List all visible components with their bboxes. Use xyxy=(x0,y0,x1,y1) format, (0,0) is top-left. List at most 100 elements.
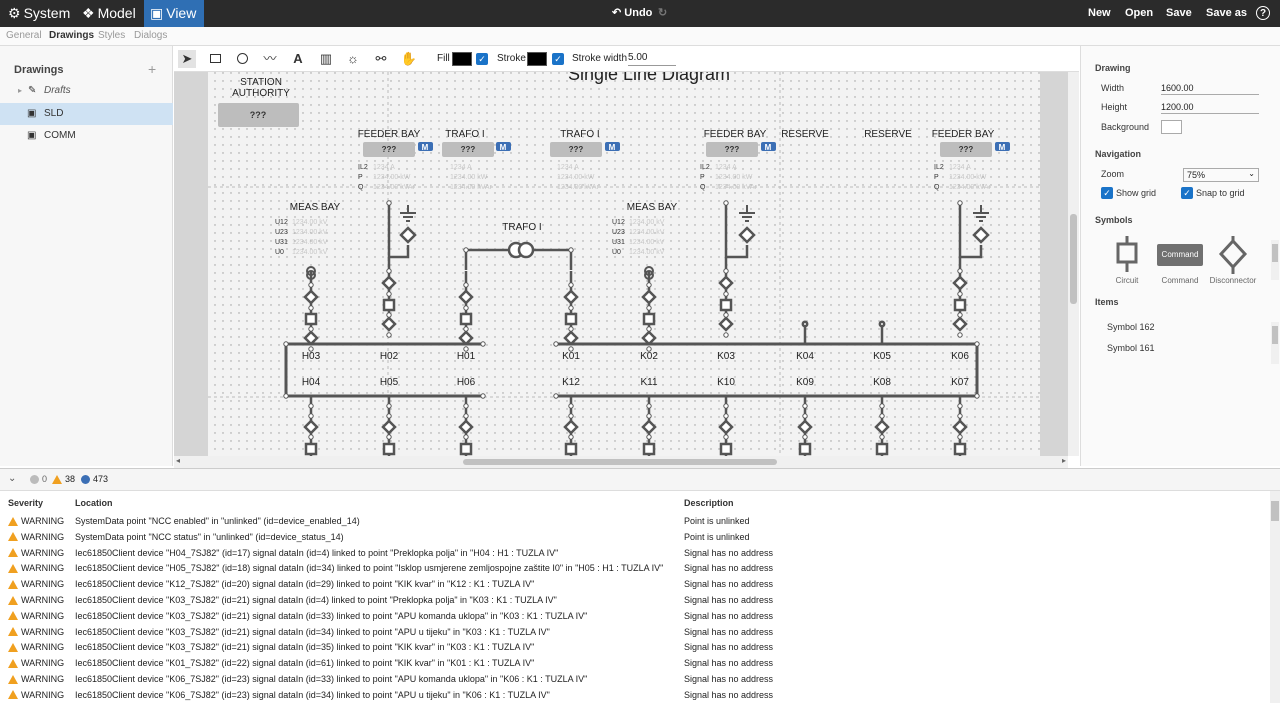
redo-button[interactable]: ↻ xyxy=(658,0,667,27)
log-row[interactable]: WARNING Iec61850Client device "K03_7SJ82"… xyxy=(0,608,1268,624)
show-grid-checkbox[interactable]: ✓ xyxy=(1101,187,1113,199)
height-input[interactable]: 1200.00 xyxy=(1161,102,1259,114)
meas-row-label: Q xyxy=(358,184,364,191)
lightbulb-tool-icon[interactable]: ☼ xyxy=(344,50,362,68)
log-row[interactable]: WARNING Iec61850Client device "K06_7SJ82"… xyxy=(0,687,1268,703)
canvas-horizontal-scrollbar[interactable]: ◂ ▸ xyxy=(174,456,1068,468)
fill-color-swatch[interactable] xyxy=(452,52,472,66)
log-scroll-thumb[interactable] xyxy=(1271,501,1279,521)
bus-label: K02 xyxy=(640,351,658,362)
menu-model[interactable]: ❖ Model xyxy=(76,0,142,27)
meas-row-value: 1234.00 kVAr xyxy=(373,184,416,191)
log-row[interactable]: WARNING Iec61850Client device "K03_7SJ82"… xyxy=(0,639,1268,655)
symbol-command[interactable]: Command xyxy=(1157,244,1203,266)
polyline-tool-icon[interactable]: 〰 xyxy=(261,50,279,68)
log-panel: ⌄ 0 38 473 Severity Location Description… xyxy=(0,468,1280,703)
drawing-item-drafts[interactable]: ▸ ✎ Drafts xyxy=(0,80,173,102)
m-badge-label: M xyxy=(422,143,429,152)
section-drawing: Drawing xyxy=(1095,63,1131,73)
scroll-right-icon[interactable]: ▸ xyxy=(1062,456,1066,465)
tab-drawings[interactable]: Drawings xyxy=(49,30,94,41)
sld-svg[interactable]: Single Line Diagram STATION AUTHORITY ???… xyxy=(174,72,1068,456)
bus-label: K09 xyxy=(796,377,814,388)
drawing-canvas[interactable]: Single Line Diagram STATION AUTHORITY ???… xyxy=(174,72,1068,456)
stroke-color-swatch[interactable] xyxy=(527,52,547,66)
gear-icon: ⚙ xyxy=(8,5,21,21)
column-location[interactable]: Location xyxy=(75,498,113,508)
collapse-icon[interactable]: ⌄ xyxy=(8,473,16,484)
symbols-scroll-thumb[interactable] xyxy=(1272,244,1278,262)
location-cell: Iec61850Client device "H05_7SJ82" (id=18… xyxy=(75,563,664,574)
undo-button[interactable]: ↶ Undo xyxy=(612,0,652,27)
station-authority-value: ??? xyxy=(250,110,267,120)
new-button[interactable]: New xyxy=(1088,0,1111,27)
menu-view[interactable]: ▣ View xyxy=(144,0,204,27)
zoom-select[interactable]: 75% ⌄ xyxy=(1183,168,1259,182)
drawing-item-sld[interactable]: ▣ SLD xyxy=(0,103,173,125)
drawing-toolbar: ➤ 〰 A ▥ ☼ ⚯ ✋ Fill ✓ Stroke ✓ Stroke wid… xyxy=(174,46,1079,72)
snap-grid-checkbox[interactable]: ✓ xyxy=(1181,187,1193,199)
item-row[interactable]: Symbol 162 xyxy=(1107,322,1155,332)
log-row[interactable]: WARNING Iec61850Client device "K03_7SJ82"… xyxy=(0,624,1268,640)
symbols-scrollbar[interactable] xyxy=(1271,240,1279,280)
width-input[interactable]: 1600.00 xyxy=(1161,83,1259,95)
section-symbols: Symbols xyxy=(1095,215,1133,225)
select-tool-icon[interactable]: ➤ xyxy=(178,50,196,68)
meas-row-label: P xyxy=(934,174,939,181)
canvas-horizontal-thumb[interactable] xyxy=(463,459,777,465)
symbol-disconnector[interactable] xyxy=(1213,236,1253,279)
log-row[interactable]: WARNING SystemData point "NCC status" in … xyxy=(0,529,1268,545)
item-row[interactable]: Symbol 161 xyxy=(1107,343,1155,353)
log-scrollbar[interactable] xyxy=(1270,491,1280,703)
drawing-item-comm[interactable]: ▣ COMM xyxy=(0,125,173,147)
warning-count: 38 xyxy=(65,474,76,484)
link-tool-icon[interactable]: ⚯ xyxy=(372,50,390,68)
rectangle-tool-icon[interactable] xyxy=(206,50,224,68)
fill-checkbox[interactable]: ✓ xyxy=(476,53,488,65)
save-button[interactable]: Save xyxy=(1166,0,1192,27)
menu-system[interactable]: ⚙ System xyxy=(2,0,76,27)
chart-tool-icon[interactable]: ▥ xyxy=(317,50,335,68)
log-row[interactable]: WARNING Iec61850Client device "H04_7SJ82"… xyxy=(0,545,1268,561)
description-cell: Signal has no address xyxy=(684,658,774,669)
tab-styles[interactable]: Styles xyxy=(98,30,125,41)
column-description[interactable]: Description xyxy=(684,498,734,508)
ellipse-tool-icon[interactable] xyxy=(233,50,251,68)
log-row[interactable]: WARNING Iec61850Client device "K03_7SJ82"… xyxy=(0,592,1268,608)
top-menu-bar: ⚙ System ❖ Model ▣ View ↶ Undo ↻ New Open S… xyxy=(0,0,1280,27)
symbol-circuit[interactable] xyxy=(1113,236,1141,279)
open-button[interactable]: Open xyxy=(1125,0,1153,27)
canvas-vertical-scrollbar[interactable] xyxy=(1068,72,1079,456)
header-reserve-1: RESERVE xyxy=(781,129,829,140)
tab-dialogs[interactable]: Dialogs xyxy=(134,30,167,41)
stroke-width-input[interactable]: 5.00 xyxy=(628,52,676,66)
warning-icon xyxy=(8,595,18,605)
background-color-swatch[interactable] xyxy=(1161,120,1182,134)
value-box-label: ??? xyxy=(959,145,974,154)
log-row[interactable]: WARNING Iec61850Client device "H05_7SJ82"… xyxy=(0,560,1268,576)
bus-label: K08 xyxy=(873,377,891,388)
tab-general[interactable]: General xyxy=(6,30,42,41)
log-row[interactable]: WARNING SystemData point "NCC enabled" in… xyxy=(0,513,1268,529)
column-severity[interactable]: Severity xyxy=(8,498,43,508)
volt-row-label: U12 xyxy=(275,219,288,226)
scroll-left-icon[interactable]: ◂ xyxy=(176,456,180,465)
hand-tool-icon[interactable]: ✋ xyxy=(400,50,418,68)
severity-cell: WARNING xyxy=(8,655,64,671)
canvas-vertical-thumb[interactable] xyxy=(1070,214,1077,304)
severity-text: WARNING xyxy=(21,642,65,653)
fill-label: Fill xyxy=(437,53,450,64)
items-scroll-thumb[interactable] xyxy=(1272,326,1278,344)
warning-icon xyxy=(8,690,18,700)
text-tool-icon[interactable]: A xyxy=(289,50,307,68)
log-row[interactable]: WARNING Iec61850Client device "K12_7SJ82"… xyxy=(0,576,1268,592)
save-as-button[interactable]: Save as xyxy=(1206,0,1247,27)
log-row[interactable]: WARNING Iec61850Client device "K01_7SJ82"… xyxy=(0,655,1268,671)
stroke-checkbox[interactable]: ✓ xyxy=(552,53,564,65)
items-scrollbar[interactable] xyxy=(1271,322,1279,364)
help-icon[interactable]: ? xyxy=(1256,6,1270,20)
log-row[interactable]: WARNING Iec61850Client device "K06_7SJ82"… xyxy=(0,671,1268,687)
add-drawing-button[interactable]: + xyxy=(148,61,156,77)
severity-cell: WARNING xyxy=(8,608,64,624)
drawings-panel: Drawings + ▸ ✎ Drafts ▣ SLD ▣ COMM xyxy=(0,46,173,466)
